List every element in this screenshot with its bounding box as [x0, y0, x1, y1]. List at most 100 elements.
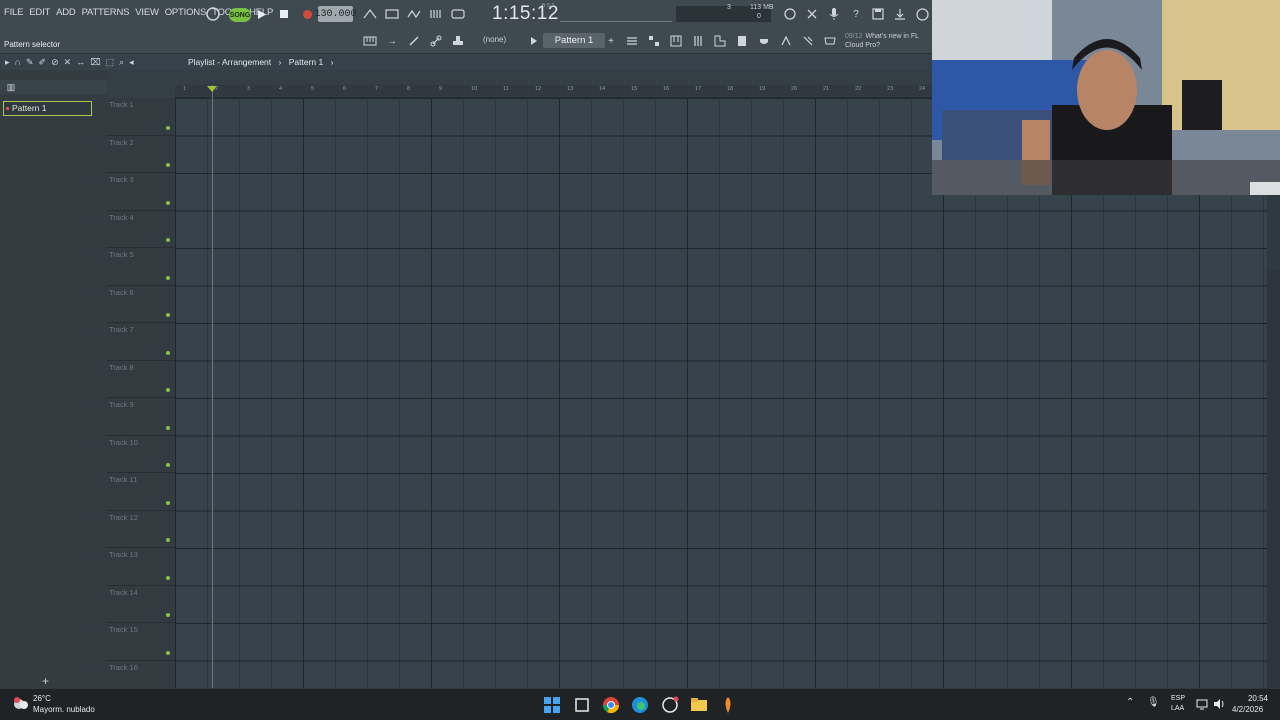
menu-patterns[interactable]: PATTERNS [82, 7, 130, 18]
magnet-icon[interactable]: ∩ [15, 57, 21, 68]
chat-icon[interactable] [912, 4, 932, 24]
track-mute-led[interactable] [166, 350, 170, 355]
delete-tool-icon[interactable]: ⊘ [51, 57, 59, 68]
track-header[interactable]: Track 4 [107, 211, 175, 248]
clock-date[interactable]: 4/2/2026 [1232, 705, 1263, 714]
arrow-right-icon[interactable]: → [382, 31, 402, 51]
track-mute-led[interactable] [166, 463, 170, 467]
track-mute-led[interactable] [166, 425, 170, 430]
track-mute-led[interactable] [166, 500, 170, 505]
track-mute-led[interactable] [166, 275, 170, 280]
track-mute-led[interactable] [166, 313, 170, 317]
track-mute-led[interactable] [166, 538, 170, 542]
channel-rack-icon[interactable] [644, 31, 664, 51]
draw-tool-icon[interactable]: ✎ [26, 57, 34, 68]
news-panel[interactable]: 09/12 What's new in FL Cloud Pro? [845, 32, 919, 50]
pin-icon[interactable] [798, 31, 818, 51]
track-mute-led[interactable] [166, 650, 170, 655]
menu-options[interactable]: OPTIONS [165, 7, 207, 18]
vertical-scrollbar[interactable] [1267, 270, 1280, 688]
browser-pattern-item[interactable]: Pattern 1 [3, 101, 92, 116]
file-explorer-icon[interactable] [690, 696, 708, 714]
playlist-icon[interactable] [622, 31, 642, 51]
fl-studio-icon[interactable] [719, 696, 737, 714]
track-mute-led[interactable] [166, 200, 170, 205]
stamp-icon[interactable] [448, 31, 468, 51]
weather-cloud-icon[interactable] [12, 695, 30, 713]
edge-icon[interactable] [631, 696, 649, 714]
track-header[interactable]: Track 1 [107, 98, 175, 136]
weather-temperature[interactable]: 26°C [33, 694, 51, 703]
track-mute-led[interactable] [166, 163, 170, 167]
metronome-dial-icon[interactable] [203, 4, 223, 24]
save-icon[interactable] [868, 4, 888, 24]
select-tool-icon[interactable]: ⬚ [106, 57, 115, 68]
link-icon[interactable] [426, 31, 446, 51]
menu-file[interactable]: FILE [4, 7, 23, 18]
obs-icon[interactable] [661, 696, 679, 714]
track-header[interactable]: Track 8 [107, 361, 175, 398]
region-indicator[interactable]: LAA [1171, 705, 1184, 712]
playlist-menu-arrow-icon[interactable]: ▸ [5, 57, 10, 68]
step-edit-icon[interactable] [404, 4, 424, 24]
track-header[interactable]: Track 3 [107, 173, 175, 211]
slice-tool-icon[interactable]: ⌧ [90, 57, 100, 68]
track-header[interactable]: Track 5 [107, 248, 175, 286]
tray-overflow-icon[interactable]: ⌃ [1126, 697, 1134, 708]
shop-icon[interactable] [820, 31, 840, 51]
volume-icon[interactable] [1213, 698, 1225, 710]
cut-icon[interactable] [802, 4, 822, 24]
add-pattern-plus-icon[interactable]: + [42, 674, 49, 688]
menu-add[interactable]: ADD [56, 7, 76, 18]
tempo-tapper-icon[interactable] [776, 31, 796, 51]
export-icon[interactable] [890, 4, 910, 24]
stop-button[interactable] [274, 4, 294, 24]
project-picker-icon[interactable] [710, 31, 730, 51]
track-mute-led[interactable] [166, 613, 170, 617]
track-header[interactable]: Track 14 [107, 586, 175, 623]
track-header[interactable]: Track 6 [107, 286, 175, 323]
track-mute-led[interactable] [166, 575, 170, 580]
zoom-tool-icon[interactable]: ⌕ [119, 57, 124, 68]
paint-tool-icon[interactable]: ✐ [39, 57, 47, 68]
undo-history-icon[interactable] [780, 4, 800, 24]
playback-tool-icon[interactable]: ◂ [129, 57, 134, 68]
song-mode-button[interactable]: SONG [229, 8, 251, 22]
pattern-prev-icon[interactable] [528, 31, 540, 51]
play-button[interactable] [252, 4, 272, 24]
network-icon[interactable] [1196, 698, 1208, 710]
clock-time[interactable]: 20:54 [1246, 694, 1268, 703]
track-header[interactable]: Track 2 [107, 136, 175, 173]
grid-view-icon[interactable]: ▥ [4, 80, 18, 94]
add-pattern-icon[interactable]: + [605, 31, 617, 51]
loop-record-icon[interactable] [382, 4, 402, 24]
piano-icon[interactable] [666, 31, 686, 51]
track-header[interactable]: Track 12 [107, 511, 175, 548]
wave-icon[interactable] [360, 4, 380, 24]
piano-roll-icon[interactable] [360, 31, 380, 51]
windows-start-icon[interactable] [543, 696, 561, 714]
pattern-selector[interactable]: Pattern 1 [543, 33, 605, 48]
weather-description[interactable]: Mayorm. nublado [33, 705, 95, 714]
tempo-display[interactable]: 130.000 [315, 6, 357, 22]
help-icon[interactable]: ? [846, 4, 866, 24]
track-header[interactable]: Track 11 [107, 473, 175, 511]
track-header[interactable]: Track 10 [107, 436, 175, 473]
blend-notes-icon[interactable] [448, 4, 468, 24]
track-header[interactable]: Track 15 [107, 623, 175, 661]
brush-icon[interactable] [404, 31, 424, 51]
slip-tool-icon[interactable]: ↔ [76, 57, 85, 68]
mixer-icon[interactable] [688, 31, 708, 51]
track-mute-led[interactable] [166, 125, 170, 130]
playlist-pattern-name[interactable]: Pattern 1 [289, 57, 324, 67]
menu-edit[interactable]: EDIT [29, 7, 50, 18]
plugin-icon[interactable] [754, 31, 774, 51]
track-header[interactable]: Track 13 [107, 548, 175, 586]
pattern-clip-none[interactable]: (none) [483, 35, 506, 44]
typing-keyboard-icon[interactable] [426, 4, 446, 24]
track-mute-led[interactable] [166, 238, 170, 242]
tray-mic-icon[interactable]: 🎙︎ [1147, 697, 1160, 708]
task-view-icon[interactable] [573, 696, 591, 714]
chrome-icon[interactable] [602, 696, 620, 714]
menu-view[interactable]: VIEW [135, 7, 159, 18]
